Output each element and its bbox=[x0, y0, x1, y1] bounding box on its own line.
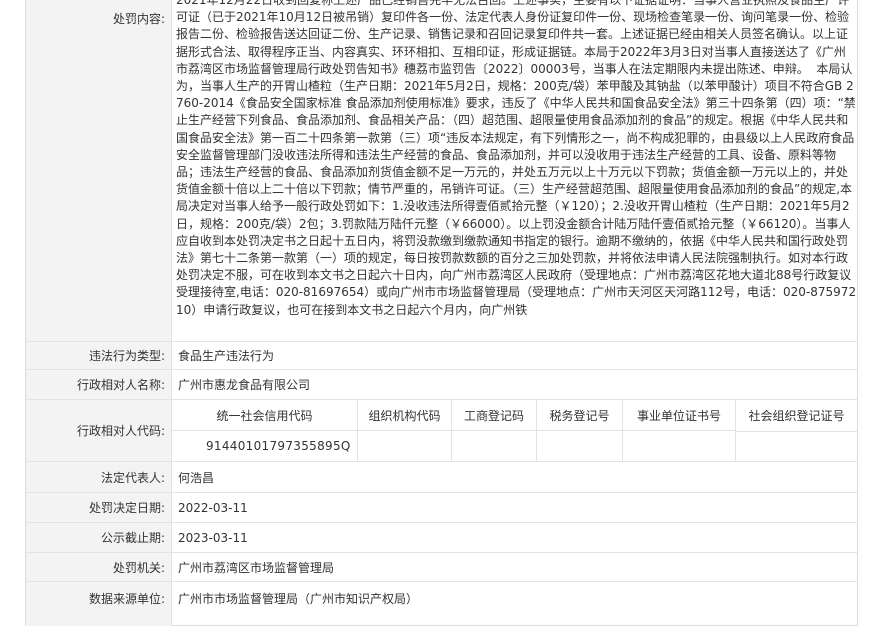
violation-type-row: 违法行为类型: 食品生产违法行为 bbox=[26, 342, 857, 370]
code-header-social-org: 社会组织登记证号 bbox=[736, 400, 857, 432]
decision-date-value: 2022-03-11 bbox=[178, 500, 248, 515]
legal-rep-label: 法定代表人: bbox=[26, 462, 172, 492]
authority-label: 处罚机关: bbox=[26, 553, 172, 581]
credit-code-value: 91440101797355895Q bbox=[172, 431, 358, 461]
penalty-content-label: 处罚内容: bbox=[26, 0, 172, 341]
party-code-grid: 统一社会信用代码 组织机构代码 工商登记码 税务登记号 事业单位证书号 社会组织… bbox=[172, 400, 857, 461]
business-code-value bbox=[452, 431, 537, 461]
org-code-value bbox=[358, 431, 452, 461]
data-source-row: 数据来源单位: 广州市市场监督管理局（广州市知识产权局） bbox=[26, 582, 857, 626]
violation-type-value: 食品生产违法行为 bbox=[178, 349, 275, 363]
penalty-content-cell: 2021年12月22日收到回复称上述产品已经销售完毕无法召回。上述事实，主要有以… bbox=[172, 0, 857, 341]
legal-rep-row: 法定代表人: 何浩昌 bbox=[26, 462, 857, 493]
publish-deadline-row: 公示截止期: 2023-03-11 bbox=[26, 523, 857, 553]
code-header-institution: 事业单位证书号 bbox=[623, 400, 736, 431]
party-name-value: 广州市惠龙食品有限公司 bbox=[178, 378, 311, 392]
decision-date-row: 处罚决定日期: 2022-03-11 bbox=[26, 493, 857, 523]
legal-rep-value: 何浩昌 bbox=[178, 470, 215, 485]
tax-code-value bbox=[537, 431, 623, 461]
penalty-content-row: 处罚内容: 2021年12月22日收到回复称上述产品已经销售完毕无法召回。上述事… bbox=[26, 0, 857, 342]
authority-value: 广州市荔湾区市场监督管理局 bbox=[178, 560, 335, 575]
party-code-row: 行政相对人代码: 统一社会信用代码 组织机构代码 工商登记码 税务登记号 事业单… bbox=[26, 400, 857, 462]
code-header-tax: 税务登记号 bbox=[537, 400, 623, 431]
penalty-detail-table: 处罚内容: 2021年12月22日收到回复称上述产品已经销售完毕无法召回。上述事… bbox=[25, 0, 858, 626]
code-header-credit: 统一社会信用代码 bbox=[172, 400, 358, 431]
decision-date-label: 处罚决定日期: bbox=[26, 493, 172, 522]
code-header-business: 工商登记码 bbox=[452, 400, 537, 431]
data-source-value: 广州市市场监督管理局（广州市知识产权局） bbox=[178, 592, 419, 606]
party-name-label: 行政相对人名称: bbox=[26, 370, 172, 399]
publish-deadline-value: 2023-03-11 bbox=[178, 530, 248, 545]
party-code-label: 行政相对人代码: bbox=[26, 400, 172, 461]
institution-code-value bbox=[623, 431, 736, 461]
violation-type-label: 违法行为类型: bbox=[26, 342, 172, 369]
party-name-row: 行政相对人名称: 广州市惠龙食品有限公司 bbox=[26, 370, 857, 400]
publish-deadline-label: 公示截止期: bbox=[26, 523, 172, 552]
penalty-content-text: 2021年12月22日收到回复称上述产品已经销售完毕无法召回。上述事实，主要有以… bbox=[176, 0, 857, 317]
authority-row: 处罚机关: 广州市荔湾区市场监督管理局 bbox=[26, 553, 857, 582]
social-org-code-value bbox=[736, 431, 857, 461]
data-source-label: 数据来源单位: bbox=[26, 582, 172, 626]
code-header-org: 组织机构代码 bbox=[358, 400, 452, 431]
